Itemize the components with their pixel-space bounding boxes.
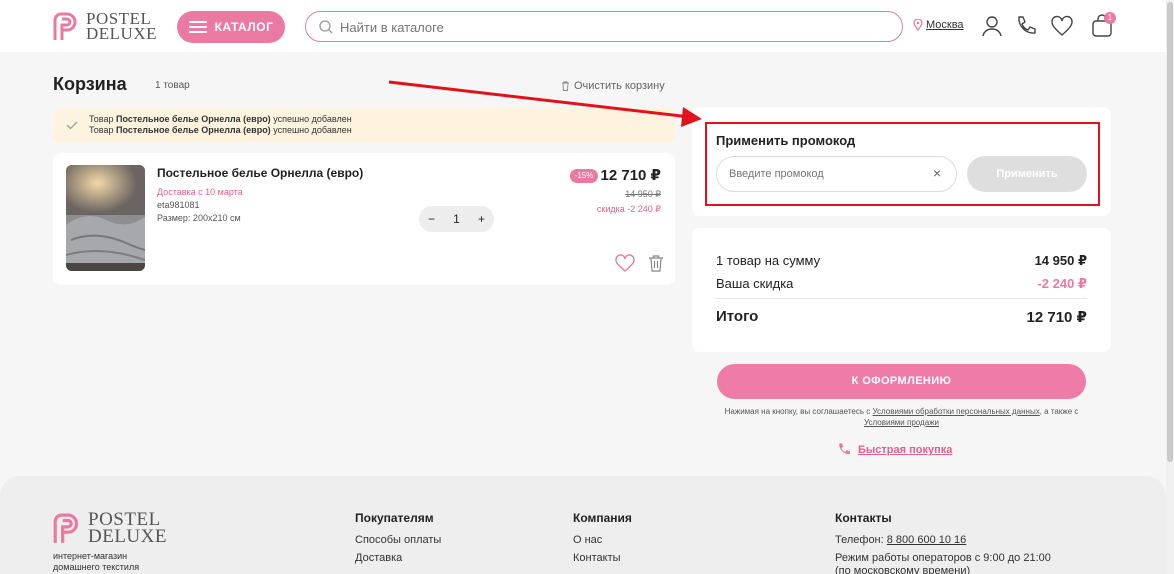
promo-input-wrapper[interactable]: ×	[716, 156, 957, 192]
location-pin-icon	[913, 19, 923, 31]
summary-discount-label: Ваша скидка	[716, 276, 794, 291]
summary-items-label: 1 товар на сумму	[716, 253, 821, 268]
logo-mark-icon	[53, 12, 77, 40]
cart-item-count: 1 товар	[155, 80, 190, 91]
phone-icon[interactable]	[1014, 14, 1038, 38]
product-old-price: 14 950 ₽	[625, 189, 661, 199]
notice-line: Товар Постельное белье Орнелла (евро) ус…	[89, 125, 352, 135]
terms-notice: Нажимая на кнопку, вы соглашаетесь с Усл…	[724, 407, 1079, 427]
quick-buy-link[interactable]: Быстрая покупка	[858, 444, 952, 456]
site-header: POSTEL DELUXE КАТАЛОГ Москва 1	[0, 0, 1166, 52]
site-logo[interactable]: POSTEL DELUXE	[52, 10, 162, 44]
product-photo-icon	[66, 165, 145, 271]
summary-discount-value: -2 240 ₽	[1037, 276, 1087, 291]
clear-cart-button[interactable]: Очистить корзину	[561, 80, 665, 92]
trash-icon	[562, 81, 569, 91]
promo-code-input[interactable]	[729, 166, 929, 182]
footer-link-payment[interactable]: Способы оплаты	[355, 534, 441, 546]
apply-promo-button[interactable]: Применить	[967, 156, 1087, 192]
favorite-heart-icon[interactable]	[615, 254, 635, 272]
footer-link-contacts[interactable]: Контакты	[573, 552, 621, 564]
decrease-quantity-button[interactable]: −	[428, 212, 435, 226]
user-icon[interactable]	[980, 14, 1004, 38]
quantity-value: 1	[453, 212, 460, 226]
product-size: Размер: 200х210 см	[157, 213, 241, 223]
delivery-date: Доставка с 10 марта	[157, 187, 243, 197]
city-link[interactable]: Москва	[926, 19, 964, 31]
summary-total-row: Итого 12 710 ₽	[716, 308, 1087, 326]
quantity-stepper: − 1 +	[419, 206, 494, 232]
heart-icon[interactable]	[1050, 14, 1074, 38]
footer-buyers-title: Покупателям	[355, 511, 434, 525]
notice-messages: Товар Постельное белье Орнелла (евро) ус…	[89, 114, 352, 136]
search-icon	[319, 20, 333, 34]
city-selector[interactable]: Москва	[913, 19, 964, 31]
logo-text: POSTEL DELUXE	[86, 9, 157, 43]
product-price: 12 710 ₽	[600, 167, 661, 184]
privacy-terms-link[interactable]: Условиями обработки персональных данных	[873, 407, 1040, 416]
logo-mark-icon	[53, 513, 79, 543]
catalog-button[interactable]: КАТАЛОГ	[177, 11, 285, 43]
footer-phone-link[interactable]: 8 800 600 10 16	[887, 534, 967, 546]
footer-contacts-title: Контакты	[835, 511, 892, 525]
footer-phone: Телефон: 8 800 600 10 16	[835, 534, 967, 546]
check-icon	[66, 121, 78, 130]
promo-title: Применить промокод	[716, 133, 856, 148]
cart-count-badge: 1	[1104, 12, 1116, 24]
increase-quantity-button[interactable]: +	[478, 212, 485, 226]
footer-hours: Режим работы операторов с 9:00 до 21:00	[835, 552, 1051, 564]
remove-item-trash-icon[interactable]	[648, 254, 664, 272]
summary-total-value: 12 710 ₽	[1026, 309, 1087, 326]
summary-discount-row: Ваша скидка -2 240 ₽	[716, 276, 1087, 292]
footer-company-title: Компания	[573, 511, 632, 525]
discount-badge: -15%	[570, 169, 598, 183]
summary-total-label: Итого	[716, 308, 759, 325]
footer-logo-text: POSTEL DELUXE	[88, 509, 167, 547]
product-image[interactable]	[66, 165, 145, 271]
search-input[interactable]	[340, 17, 880, 37]
product-discount: скидка -2 240 ₽	[596, 204, 661, 214]
sale-terms-link[interactable]: Условиями продажи	[864, 418, 939, 427]
footer-hours-note: (по московскому времени)	[835, 565, 971, 574]
footer-link-about[interactable]: О нас	[573, 534, 602, 546]
summary-items-row: 1 товар на сумму 14 950 ₽	[716, 253, 1087, 269]
menu-icon	[188, 21, 207, 33]
success-notice: Товар Постельное белье Орнелла (евро) ус…	[53, 108, 675, 142]
summary-divider	[716, 298, 1087, 299]
cart-item-card: Постельное белье Орнелла (евро) Доставка…	[53, 153, 675, 285]
footer-link-delivery[interactable]: Доставка	[355, 552, 402, 564]
product-name[interactable]: Постельное белье Орнелла (евро)	[157, 166, 363, 180]
phone-icon	[839, 443, 850, 455]
footer-tagline: интернет-магазин домашнего текстиля	[53, 551, 140, 572]
promo-clear-icon[interactable]: ×	[933, 165, 941, 181]
page-title: Корзина	[53, 74, 127, 94]
checkout-button[interactable]: К ОФОРМЛЕНИЮ	[717, 364, 1086, 399]
order-summary: 1 товар на сумму 14 950 ₽ Ваша скидка -2…	[692, 228, 1111, 352]
quick-buy[interactable]: Быстрая покупка	[836, 442, 952, 458]
search-bar[interactable]	[305, 11, 903, 42]
summary-items-value: 14 950 ₽	[1034, 253, 1087, 268]
notice-line: Товар Постельное белье Орнелла (евро) ус…	[89, 114, 352, 124]
footer-logo[interactable]: POSTEL DELUXE	[52, 509, 172, 547]
scrollbar-thumb[interactable]	[1167, 2, 1173, 462]
product-sku: eta981081	[157, 200, 200, 210]
